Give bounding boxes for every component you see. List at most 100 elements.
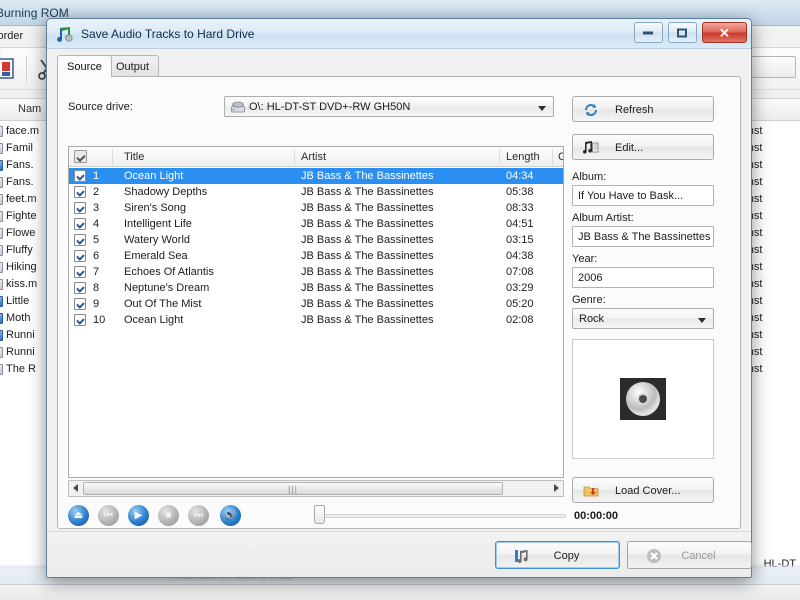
album-field[interactable]: If You Have to Bask... [572,185,714,206]
maximize-icon [677,28,688,37]
track-list-horizontal-scrollbar[interactable]: ||| [68,480,564,497]
background-file-name: Fans. [6,159,34,171]
track-num: 2 [93,186,100,198]
play-button[interactable]: ▶ [128,505,149,526]
track-num: 5 [93,234,100,246]
refresh-button[interactable]: Refresh [572,96,714,122]
minimize-button[interactable] [633,22,663,43]
track-length: 08:33 [506,202,534,214]
scroll-right-arrow-icon[interactable] [554,484,559,492]
source-drive-label: Source drive: [68,101,133,113]
dialog-footer: Copy Cancel [47,531,752,577]
track-row[interactable]: 5 Watery World JB Bass & The Bassinettes 03… [69,232,563,248]
cancel-button-label: Cancel [681,550,716,562]
new-compilation-icon[interactable] [0,56,20,82]
track-checkbox[interactable] [74,202,86,214]
load-cover-button[interactable]: Load Cover... [572,477,714,503]
track-artist: JB Bass & The Bassinettes [301,186,434,198]
previous-icon: ⏮ [104,509,113,521]
player-timecode: 00:00:00 [574,510,619,522]
tab-output[interactable]: Output [106,55,160,77]
track-title: Echoes Of Atlantis [124,266,214,278]
track-row[interactable]: 7 Echoes Of Atlantis JB Bass & The Bassine… [69,264,563,280]
close-icon: ✕ [719,25,730,40]
year-field[interactable]: 2006 [572,267,714,288]
eject-button[interactable]: ⏏ [68,505,89,526]
audio-file-icon [0,262,3,273]
column-c[interactable]: C [558,151,563,163]
audio-file-icon [0,194,3,205]
track-num: 1 [93,170,100,182]
tab-source[interactable]: Source [57,55,112,77]
track-num: 3 [93,202,100,214]
track-checkbox[interactable] [74,298,86,310]
maximize-button[interactable] [667,22,697,43]
eject-icon: ⏏ [73,509,84,521]
album-value: If You Have to Bask... [578,190,684,202]
track-row[interactable]: 3 Siren's Song JB Bass & The Bassinettes 08… [69,200,563,216]
audio-file-icon [0,211,3,222]
audio-file-icon [0,245,3,256]
track-artist: JB Bass & The Bassinettes [301,314,434,326]
track-list-header[interactable]: Title Artist Length C [69,147,563,167]
dialog-titlebar[interactable]: Save Audio Tracks to Hard Drive ✕ [47,19,751,49]
load-cover-button-label: Load Cover... [615,485,681,497]
track-length: 03:15 [506,234,534,246]
track-checkbox[interactable] [74,314,86,326]
background-file-name: Little [6,295,30,307]
album-artist-label: Album Artist: [572,212,634,224]
cancel-button[interactable]: Cancel [627,541,752,569]
close-button[interactable]: ✕ [702,22,747,43]
track-artist: JB Bass & The Bassinettes [301,298,434,310]
stop-button[interactable]: ■ [158,505,179,526]
column-artist[interactable]: Artist [301,151,326,163]
track-checkbox[interactable] [74,234,86,246]
track-length: 03:29 [506,282,534,294]
track-title: Shadowy Depths [124,186,208,198]
track-length: 07:08 [506,266,534,278]
column-title[interactable]: Title [124,151,144,163]
column-length[interactable]: Length [506,151,540,163]
background-file-name: Fluffy [6,244,33,256]
track-checkbox[interactable] [74,266,86,278]
scrollbar-thumb[interactable]: ||| [83,482,503,495]
track-checkbox[interactable] [74,282,86,294]
background-menu-item-recorder[interactable]: corder [0,30,23,42]
track-row[interactable]: 8 Neptune's Dream JB Bass & The Bassinette… [69,280,563,296]
track-row[interactable]: 6 Emerald Sea JB Bass & The Bassinettes 04:… [69,248,563,264]
volume-slider-thumb[interactable] [314,505,325,524]
scroll-left-arrow-icon[interactable] [73,484,78,492]
track-checkbox[interactable] [74,250,86,262]
track-row[interactable]: 4 Intelligent Life JB Bass & The Bassinett… [69,216,563,232]
next-button[interactable]: ⏭ [188,505,209,526]
genre-combobox[interactable]: Rock [572,308,714,329]
column-separator [499,149,500,165]
track-checkbox[interactable] [74,186,86,198]
dialog-title-text: Save Audio Tracks to Hard Drive [81,27,255,41]
track-row[interactable]: 10 Ocean Light JB Bass & The Bassinettes 02… [69,312,563,328]
track-row[interactable]: 2 Shadowy Depths JB Bass & The Bassinettes… [69,184,563,200]
track-checkbox[interactable] [74,218,86,230]
track-title: Out Of The Mist [124,298,202,310]
track-artist: JB Bass & The Bassinettes [301,250,434,262]
chevron-down-icon [538,106,546,111]
previous-button[interactable]: ⏮ [98,505,119,526]
track-list[interactable]: Title Artist Length C 1 Ocean Light JB Bas… [68,146,564,478]
volume-slider-track[interactable] [316,514,566,518]
select-all-checkbox[interactable] [74,150,87,163]
copy-button[interactable]: Copy [495,541,620,569]
track-row[interactable]: 1 Ocean Light JB Bass & The Bassinettes 04:… [69,168,563,184]
track-checkbox[interactable] [74,170,86,182]
source-drive-combobox[interactable]: O\: HL-DT-ST DVD+-RW GH50N [224,96,554,117]
edit-button[interactable]: Edit... [572,134,714,160]
volume-button[interactable]: 🔊 [220,505,241,526]
background-file-name: Flowe [6,227,36,239]
track-num: 7 [93,266,100,278]
background-file-name: Hiking [6,261,37,273]
album-cover-preview[interactable] [572,339,714,459]
track-artist: JB Bass & The Bassinettes [301,202,434,214]
dialog-tabstrip[interactable]: Source Output [57,55,741,77]
track-row[interactable]: 9 Out Of The Mist JB Bass & The Bassinette… [69,296,563,312]
album-artist-field[interactable]: JB Bass & The Bassinettes [572,226,714,247]
background-file-name: face.m [6,125,40,137]
